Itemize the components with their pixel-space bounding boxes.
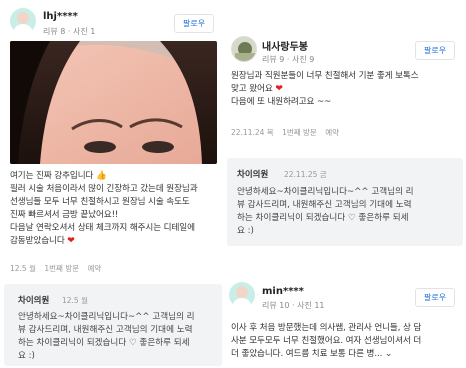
review-card-min: min**** 리뷰 10 · 사진 11 팔로우 이사 후 처음 방문했는데 … [225,278,466,368]
username[interactable]: min**** [262,286,304,297]
review-text: 여기는 진짜 강추입니다 👍 필러 시술 처음이라서 많이 긴장하고 갔는데 원… [10,170,222,248]
reply-line: 뷰 감사드리며, 내원해주신 고객님의 기대에 노력 [18,325,193,335]
follow-button[interactable]: 팔로우 [415,41,456,60]
review-line: 다음에 또 내원하려고요 ~~ [231,97,332,107]
review-line: 여기는 진짜 강추입니다 👍 [10,171,107,181]
review-line: 다음날 연락오셔서 상태 체크까지 해주시는 디테일에 [10,223,195,233]
review-date: 12.5 월 [10,264,36,273]
follow-button[interactable]: 팔로우 [174,14,215,33]
avatar[interactable] [231,36,257,62]
username[interactable]: lhj**** [43,11,78,22]
review-card-lhj: lhj**** 리뷰 8 · 사진 1 팔로우 여기는 진짜 강추입니다 👍 필… [0,0,225,368]
reply-line: 하는 차이클리닉이 되겠습니다 ♡ 좋은하루 되세 [237,213,409,223]
visit-count: 1번째 방문 [282,128,317,137]
reply-author: 차이의원 [18,296,50,306]
reply-line: 뷰 감사드리며, 내원해주신 고객님의 기대에 노력 [237,200,412,210]
review-photo[interactable] [10,41,217,164]
avatar[interactable] [10,8,36,34]
chevron-down-icon[interactable]: ⌄ [385,349,393,359]
heart-icon: ❤ [275,84,283,94]
review-line: 이사 후 처음 방문했는데 의사쌤, 관리사 언니들, 상 담 [231,323,422,333]
username[interactable]: 내사랑두봉 [262,38,308,53]
reply-line: 하는 차이클리닉이 되겠습니다 ♡ 좋은하루 되세 [18,338,190,348]
review-line: 진짜 빠르셔서 금방 끝났어요!! [10,210,119,220]
review-stats: 리뷰 10 · 사진 11 [262,301,325,310]
reservation-label: 예약 [87,264,102,273]
review-line: 선생님들 모두 너무 친절하시고 원장님 시술 속도도 [10,197,190,207]
review-meta-line: 12.5 월 1번째 방문 예약 [10,263,107,274]
review-text: 이사 후 처음 방문했는데 의사쌤, 관리사 언니들, 상 담 사분 모두모두 … [231,322,463,361]
reply-date: 12.5 월 [62,296,88,305]
face-photo-icon [10,41,217,164]
avatar[interactable] [229,282,255,308]
review-meta-line: 22.11.24 목 1번째 방문 예약 [231,127,345,138]
reply-author: 차이의원 [237,170,269,180]
reservation-label: 예약 [325,128,340,137]
review-line: 원장님과 직원분들이 너무 친절해서 기분 좋게 보톡스 [231,71,419,81]
visit-count: 1번째 방문 [44,264,80,273]
reply-text: 안녕하세요~차이클리닉입니다~^^ 고객님의 리 뷰 감사드리며, 내원해주신 … [18,311,218,363]
reply-text: 안녕하세요~차이클리닉입니다~^^ 고객님의 리 뷰 감사드리며, 내원해주신 … [237,186,459,238]
review-card-dubong: 내사랑두봉 리뷰 9 · 사진 9 팔로우 원장님과 직원분들이 너무 친절해서… [225,26,466,266]
review-stats: 리뷰 8 · 사진 1 [43,27,96,36]
follow-button[interactable]: 팔로우 [415,288,456,307]
reply-line: 안녕하세요~차이클리닉입니다~^^ 고객님의 리 [18,312,195,322]
reply-line: 안녕하세요~차이클리닉입니다~^^ 고객님의 리 [237,187,414,197]
review-line: 맞고 왔어요 [231,84,273,94]
reply-line: 요 :) [237,226,254,236]
review-line: 감동받았습니다 [10,236,65,246]
review-line: 더 좋았습니다. 여드름 치료 보통 다른 병... [231,349,383,359]
review-stats: 리뷰 9 · 사진 9 [262,55,315,64]
owner-reply: 차이의원 12.5 월 안녕하세요~차이클리닉입니다~^^ 고객님의 리 뷰 감… [4,284,222,366]
review-date: 22.11.24 목 [231,128,274,137]
reply-date: 22.11.25 금 [284,170,327,179]
owner-reply: 차이의원 22.11.25 금 안녕하세요~차이클리닉입니다~^^ 고객님의 리… [227,158,463,246]
reply-line: 요 :) [18,351,35,361]
review-line: 사분 모두모두 너무 친절했어요. 여자 선생님이셔서 더 [231,336,422,346]
heart-icon: ❤ [67,236,75,246]
review-text: 원장님과 직원분들이 너무 친절해서 기분 좋게 보톡스 맞고 왔어요 ❤ 다음… [231,70,463,109]
review-line: 필러 시술 처음이라서 많이 긴장하고 갔는데 원장님과 [10,184,198,194]
